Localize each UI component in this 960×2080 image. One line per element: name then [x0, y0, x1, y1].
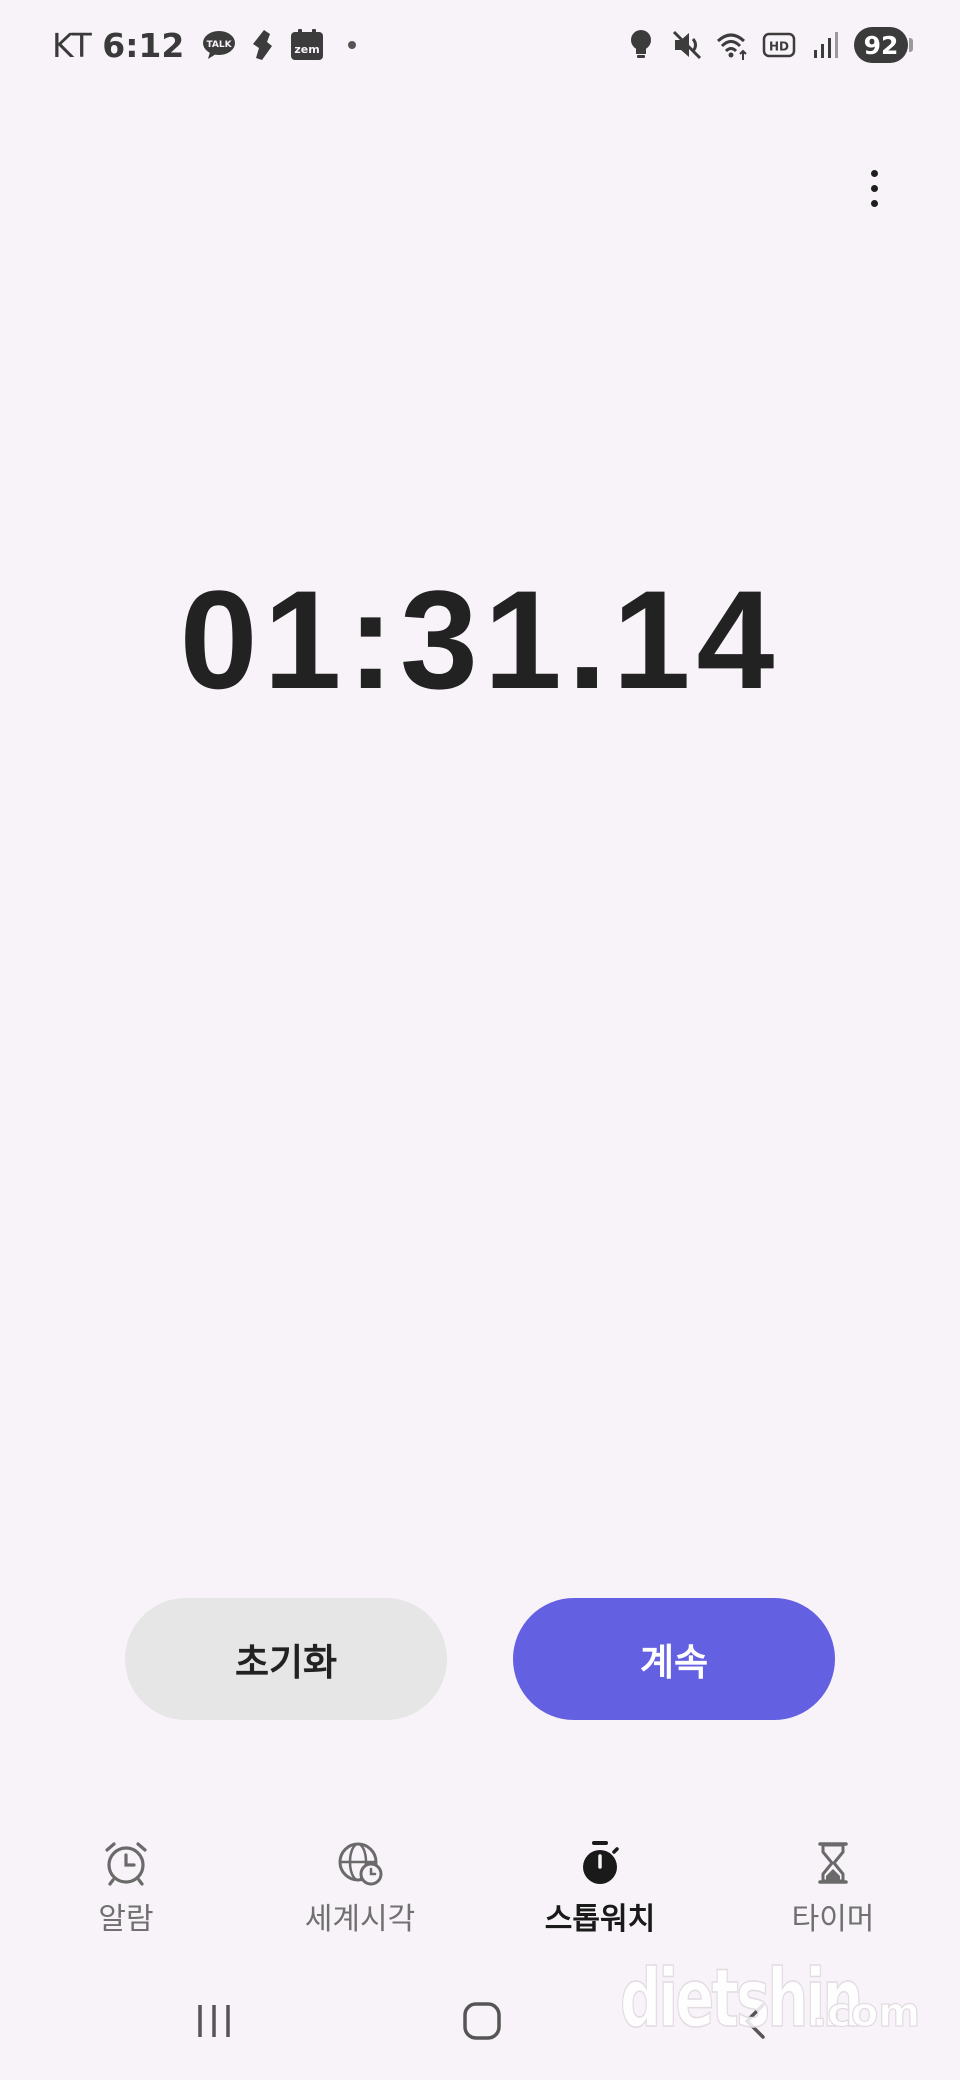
kakaotalk-icon: TALK	[202, 28, 236, 62]
continue-button[interactable]: 계속	[513, 1598, 835, 1720]
svg-text:TALK: TALK	[207, 40, 233, 50]
carrier-name: KT	[52, 25, 93, 65]
hd-voice-icon: HD	[762, 28, 796, 62]
bulb-icon	[624, 28, 658, 62]
recents-button[interactable]	[181, 1990, 247, 2056]
home-button[interactable]	[449, 1990, 515, 2056]
back-button[interactable]	[722, 1990, 788, 2056]
tab-label: 스톱워치	[544, 1902, 656, 1937]
hourglass-icon	[808, 1838, 858, 1888]
mute-icon	[670, 28, 704, 62]
recents-icon	[194, 2001, 234, 2045]
tab-alarm[interactable]: 알람	[16, 1838, 236, 1948]
globe-clock-icon	[335, 1838, 385, 1888]
alarm-clock-icon	[101, 1838, 151, 1888]
battery-indicator: 92	[854, 27, 913, 63]
signal-icon	[808, 28, 842, 62]
status-time: 6:12	[102, 25, 185, 65]
status-bar: KT 6:12 TALK zem HD 92	[0, 0, 960, 90]
tab-label: 세계시각	[304, 1902, 416, 1937]
tab-stopwatch[interactable]: 스톱워치	[490, 1838, 710, 1948]
tab-world-clock[interactable]: 세계시각	[250, 1838, 470, 1948]
zem-icon: zem	[290, 28, 324, 62]
more-dot	[870, 199, 878, 207]
home-icon	[461, 2000, 503, 2046]
app-notification-icon	[246, 28, 280, 62]
status-left: KT 6:12 TALK zem	[52, 20, 357, 70]
more-options-button[interactable]	[852, 160, 896, 216]
more-dot	[870, 169, 878, 177]
status-right: HD 92	[624, 22, 913, 68]
reset-button[interactable]: 초기화	[125, 1598, 447, 1720]
more-dot	[870, 184, 878, 192]
more-notifications-dot	[348, 41, 357, 49]
back-icon	[735, 2001, 775, 2045]
tab-label: 알람	[98, 1902, 154, 1937]
stopwatch-icon	[575, 1838, 625, 1888]
stopwatch-elapsed-time: 01:31.14	[179, 561, 781, 718]
system-nav-bar	[0, 1990, 960, 2056]
wifi-icon	[716, 28, 750, 62]
tab-timer[interactable]: 타이머	[723, 1838, 943, 1948]
bottom-tab-bar: 알람 세계시각 스톱워치 타이머	[0, 1838, 960, 1948]
tab-label: 타이머	[791, 1902, 875, 1937]
svg-text:HD: HD	[769, 40, 789, 54]
svg-text:zem: zem	[295, 43, 320, 56]
